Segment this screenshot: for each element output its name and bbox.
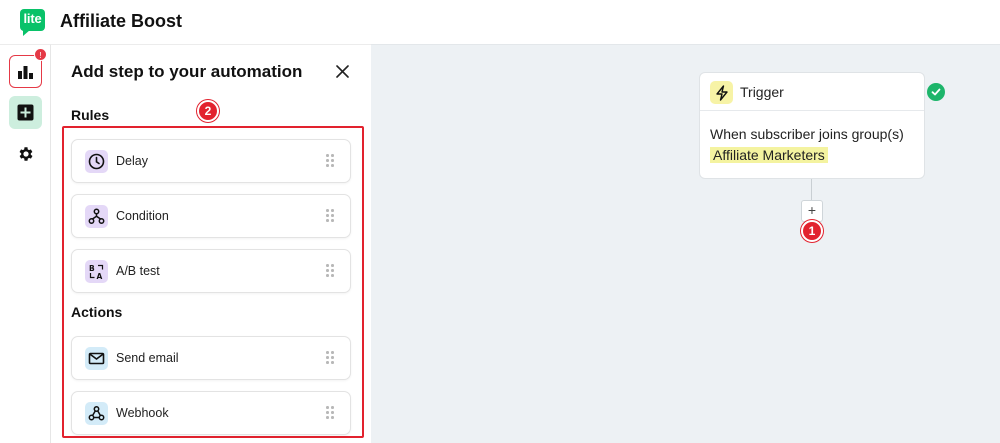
add-step-node-button[interactable]: + <box>801 200 823 222</box>
settings-button[interactable] <box>9 137 42 170</box>
drag-handle-icon[interactable] <box>326 406 334 420</box>
icon-rail <box>0 44 51 443</box>
step-condition[interactable]: Condition <box>71 194 351 238</box>
panel-title: Add step to your automation <box>71 62 303 81</box>
webhook-icon <box>85 402 108 425</box>
top-bar: lite Affiliate Boost <box>0 0 1000 44</box>
connector-line <box>811 179 812 201</box>
step-send-email[interactable]: Send email <box>71 336 351 380</box>
step-ab-test[interactable]: BA A/B test <box>71 249 351 293</box>
automation-canvas[interactable]: Trigger When subscriber joins group(s) A… <box>371 44 1000 443</box>
clock-icon <box>85 150 108 173</box>
step-label: Delay <box>116 154 148 168</box>
add-step-button[interactable] <box>9 96 42 129</box>
drag-handle-icon[interactable] <box>326 351 334 365</box>
close-button[interactable] <box>332 61 352 81</box>
gear-icon <box>19 146 32 161</box>
trigger-header: Trigger <box>700 73 924 111</box>
notification-badge: ! <box>34 48 47 61</box>
bar-chart-icon <box>18 65 33 79</box>
page-title: Affiliate Boost <box>60 11 183 31</box>
svg-text:B: B <box>89 264 95 273</box>
ab-test-icon: BA <box>85 260 108 283</box>
branch-icon <box>85 205 108 228</box>
svg-text:A: A <box>97 272 103 280</box>
plus-square-icon <box>17 104 34 121</box>
close-icon <box>335 64 349 78</box>
callout-badge-1: 1 <box>801 220 823 242</box>
drag-handle-icon[interactable] <box>326 209 334 223</box>
step-label: Send email <box>116 351 179 365</box>
step-label: A/B test <box>116 264 160 278</box>
step-label: Condition <box>116 209 169 223</box>
step-delay[interactable]: Delay <box>71 139 351 183</box>
actions-heading: Actions <box>71 304 123 320</box>
rules-heading: Rules <box>71 107 110 123</box>
add-step-panel: Add step to your automation Rules 2 Dela… <box>51 44 371 443</box>
lightning-icon <box>710 81 733 104</box>
drag-handle-icon[interactable] <box>326 154 334 168</box>
group-tag: Affiliate Marketers <box>710 147 828 163</box>
step-label: Webhook <box>116 406 169 420</box>
step-webhook[interactable]: Webhook <box>71 391 351 435</box>
trigger-text: When subscriber joins group(s) <box>710 126 904 142</box>
callout-badge-2: 2 <box>197 100 219 122</box>
envelope-icon <box>85 347 108 370</box>
app-logo[interactable]: lite <box>20 9 45 36</box>
check-circle-icon <box>927 83 945 101</box>
trigger-title: Trigger <box>740 84 784 100</box>
drag-handle-icon[interactable] <box>326 264 334 278</box>
trigger-card[interactable]: Trigger When subscriber joins group(s) A… <box>699 72 925 179</box>
trigger-description: When subscriber joins group(s) Affiliate… <box>710 124 920 166</box>
